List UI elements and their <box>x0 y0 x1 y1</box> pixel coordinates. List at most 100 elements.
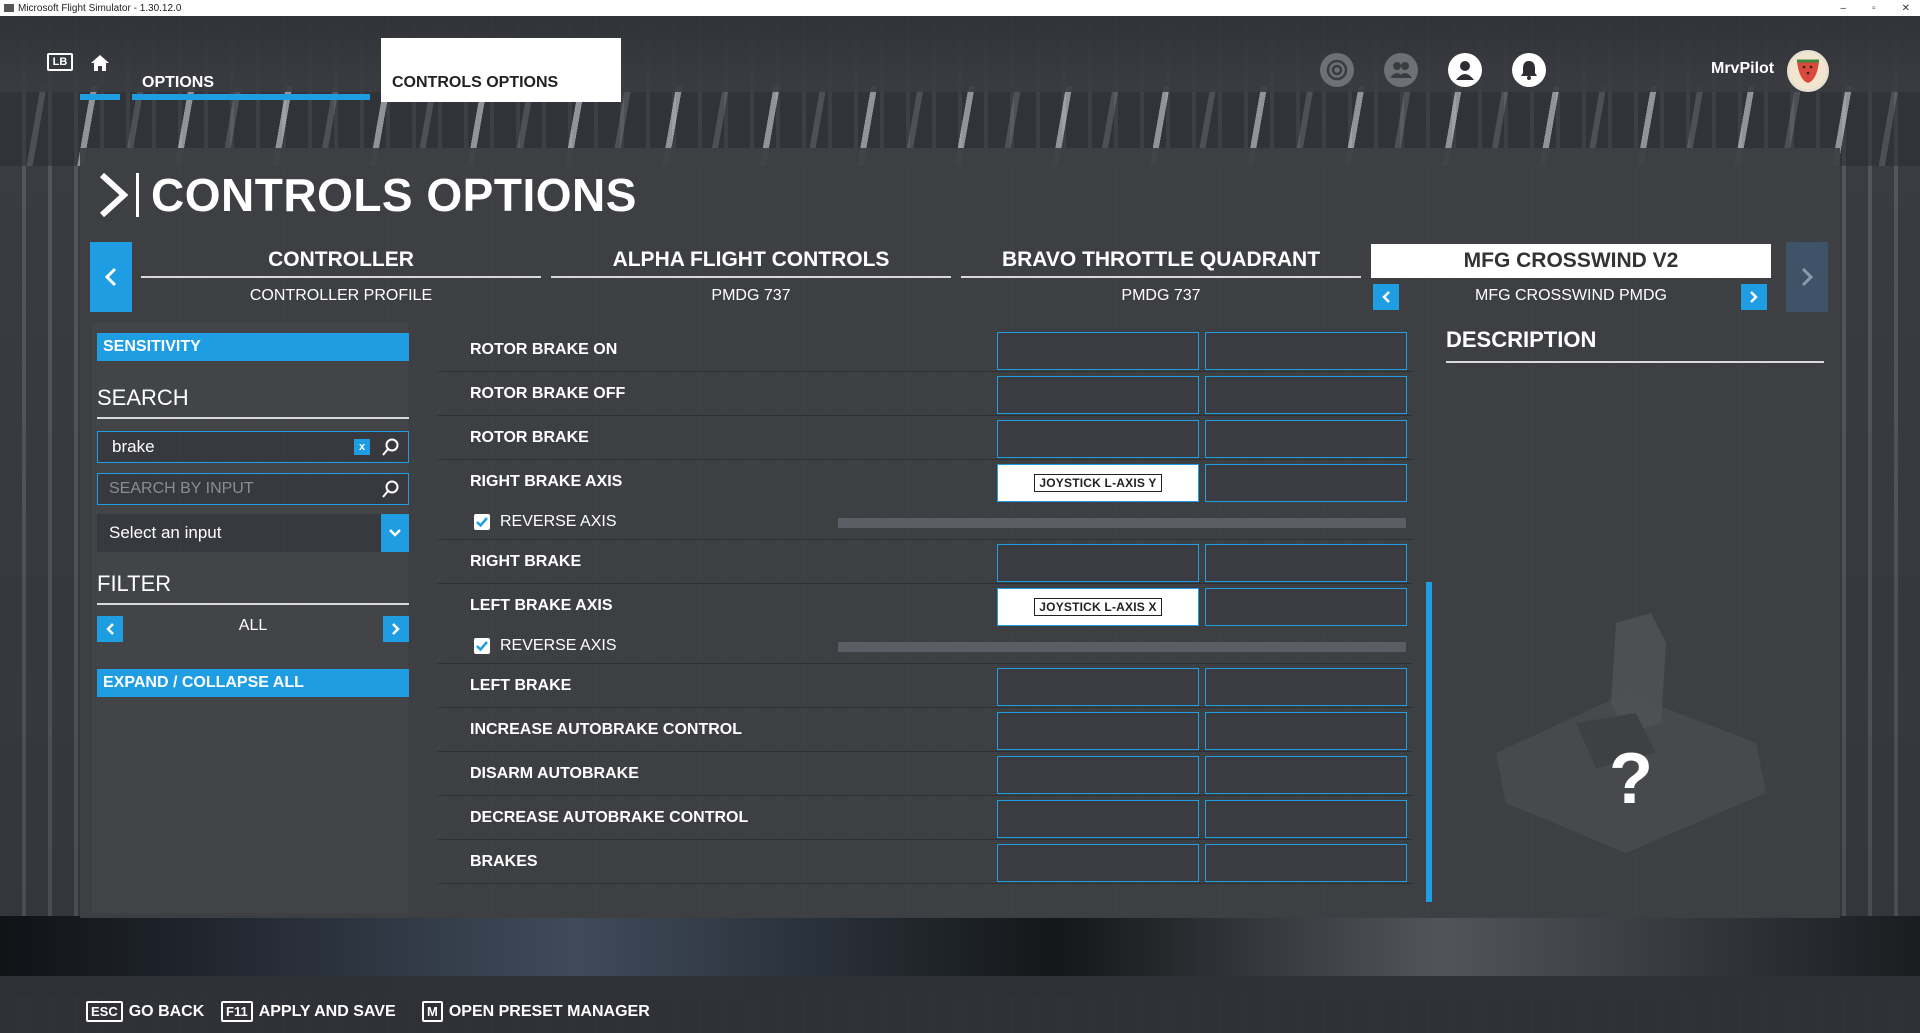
device-prev-button[interactable] <box>90 242 132 312</box>
lb-key-hint[interactable]: LB <box>47 53 73 71</box>
bindings-list: ROTOR BRAKE ON ROTOR BRAKE OFF ROTOR BRA… <box>438 328 1412 898</box>
device-tab-alpha[interactable]: ALPHA FLIGHT CONTROLS PMDG 737 <box>551 244 951 310</box>
binding-row[interactable]: BRAKES <box>438 840 1412 884</box>
filter-value: ALL <box>238 617 268 634</box>
notifications-icon[interactable] <box>1512 53 1546 87</box>
clear-search-icon[interactable]: x <box>354 439 370 455</box>
binding-slot-value: JOYSTICK L-AXIS Y <box>1034 474 1162 492</box>
list-scrollbar[interactable] <box>1426 582 1432 902</box>
go-back-hint[interactable]: ESC GO BACK <box>86 1001 204 1022</box>
joystick-device-icon: ? <box>1496 613 1766 853</box>
binding-slot-2[interactable] <box>1205 420 1407 458</box>
chevron-right-icon <box>1750 291 1758 303</box>
binding-slot-2[interactable] <box>1205 668 1407 706</box>
home-icon <box>91 55 109 71</box>
window-title: Microsoft Flight Simulator - 1.30.12.0 <box>18 2 182 14</box>
binding-row[interactable]: RIGHT BRAKE <box>438 540 1412 584</box>
binding-label: RIGHT BRAKE <box>470 553 582 570</box>
device-profile: PMDG 737 <box>1121 287 1201 304</box>
device-name: ALPHA FLIGHT CONTROLS <box>551 244 951 278</box>
binding-row[interactable]: ROTOR BRAKE <box>438 416 1412 460</box>
filter-next-button[interactable] <box>383 616 409 642</box>
f11-key: F11 <box>221 1001 253 1022</box>
reverse-axis-label: REVERSE AXIS <box>500 513 617 530</box>
description-title: DESCRIPTION <box>1446 327 1824 363</box>
maximize-button[interactable]: ▫ <box>1872 3 1876 14</box>
binding-row[interactable]: ROTOR BRAKE ON <box>438 328 1412 372</box>
close-button[interactable]: ✕ <box>1902 3 1910 14</box>
binding-label: DISARM AUTOBRAKE <box>470 765 639 782</box>
expand-collapse-all-button[interactable]: EXPAND / COLLAPSE ALL <box>97 669 409 697</box>
achievements-icon[interactable] <box>1320 53 1354 87</box>
binding-row[interactable]: LEFT BRAKE AXIS JOYSTICK L-AXIS X <box>438 584 1412 628</box>
binding-slot-2[interactable] <box>1205 544 1407 582</box>
binding-slot-1[interactable]: JOYSTICK L-AXIS X <box>997 588 1199 626</box>
binding-slot-value: JOYSTICK L-AXIS X <box>1034 598 1162 616</box>
binding-slot-1[interactable] <box>997 544 1199 582</box>
binding-slot-1[interactable] <box>997 420 1199 458</box>
binding-label: LEFT BRAKE <box>470 677 572 694</box>
device-next-button[interactable] <box>1786 242 1828 312</box>
binding-label: ROTOR BRAKE <box>470 429 589 446</box>
username[interactable]: MrvPilot <box>1711 60 1774 78</box>
binding-slot-1[interactable] <box>997 800 1199 838</box>
search-icon[interactable] <box>382 438 400 456</box>
binding-row[interactable]: ROTOR BRAKE OFF <box>438 372 1412 416</box>
filter-heading: FILTER <box>97 571 409 605</box>
tab-controls-options[interactable]: CONTROLS OPTIONS <box>381 38 621 102</box>
sensitivity-button[interactable]: SENSITIVITY <box>97 333 409 361</box>
select-input-dropdown[interactable]: Select an input <box>97 514 409 552</box>
device-tab-bravo[interactable]: BRAVO THROTTLE QUADRANT PMDG 737 <box>961 244 1361 310</box>
binding-slot-2[interactable] <box>1205 844 1407 882</box>
friends-icon[interactable] <box>1384 53 1418 87</box>
avatar[interactable] <box>1787 50 1829 92</box>
open-preset-manager-label: OPEN PRESET MANAGER <box>448 1002 650 1020</box>
binding-row[interactable]: RIGHT BRAKE AXIS JOYSTICK L-AXIS Y <box>438 460 1412 504</box>
binding-label: LEFT BRAKE AXIS <box>470 597 613 614</box>
home-underline <box>80 94 120 100</box>
open-preset-manager-hint[interactable]: M OPEN PRESET MANAGER <box>422 1001 650 1022</box>
minimize-button[interactable]: – <box>1841 3 1847 14</box>
binding-slot-1[interactable] <box>997 668 1199 706</box>
binding-slot-1[interactable] <box>997 756 1199 794</box>
device-name: MFG CROSSWIND V2 <box>1371 244 1771 278</box>
binding-slot-2[interactable] <box>1205 376 1407 414</box>
home-button[interactable] <box>80 50 120 100</box>
binding-slot-2[interactable] <box>1205 756 1407 794</box>
binding-slot-2[interactable] <box>1205 712 1407 750</box>
reverse-axis-checkbox[interactable] <box>474 514 490 530</box>
binding-slot-2[interactable] <box>1205 800 1407 838</box>
select-input-value: Select an input <box>109 523 222 542</box>
binding-row[interactable]: INCREASE AUTOBRAKE CONTROL <box>438 708 1412 752</box>
profile-icon[interactable] <box>1448 53 1482 87</box>
binding-slot-1[interactable] <box>997 712 1199 750</box>
binding-slot-2[interactable] <box>1205 332 1407 370</box>
binding-slot-2[interactable] <box>1205 464 1407 502</box>
search-input[interactable]: brake x <box>97 431 409 463</box>
watermelon-icon <box>1797 59 1819 83</box>
device-tab-controller[interactable]: CONTROLLER CONTROLLER PROFILE <box>141 244 541 310</box>
chevron-right-icon <box>1801 267 1814 287</box>
tab-options-underline <box>132 94 370 100</box>
binding-row[interactable]: DECREASE AUTOBRAKE CONTROL <box>438 796 1412 840</box>
search-input-value: brake <box>112 437 155 456</box>
reverse-axis-checkbox[interactable] <box>474 638 490 654</box>
device-tab-crosswind[interactable]: MFG CROSSWIND V2 MFG CROSSWIND PMDG <box>1371 244 1771 310</box>
apply-and-save-hint[interactable]: F11 APPLY AND SAVE <box>221 1001 396 1022</box>
binding-slot-1[interactable] <box>997 332 1199 370</box>
binding-row[interactable]: DISARM AUTOBRAKE <box>438 752 1412 796</box>
binding-slot-1[interactable] <box>997 376 1199 414</box>
profile-next-button[interactable] <box>1741 284 1767 310</box>
chevron-right-icon <box>392 623 400 635</box>
top-navigation: LB OPTIONS CONTROLS OPTIONS MrvPilot <box>0 16 1920 102</box>
search-icon[interactable] <box>382 480 400 498</box>
binding-row[interactable]: LEFT BRAKE <box>438 664 1412 708</box>
tab-options[interactable]: OPTIONS <box>132 50 370 100</box>
binding-slot-2[interactable] <box>1205 588 1407 626</box>
device-profile: CONTROLLER PROFILE <box>249 287 433 304</box>
binding-slot-1[interactable]: JOYSTICK L-AXIS Y <box>997 464 1199 502</box>
chevron-down-icon[interactable] <box>381 514 409 552</box>
binding-label: INCREASE AUTOBRAKE CONTROL <box>470 721 743 738</box>
binding-slot-1[interactable] <box>997 844 1199 882</box>
search-by-input-field[interactable]: SEARCH BY INPUT <box>97 473 409 505</box>
